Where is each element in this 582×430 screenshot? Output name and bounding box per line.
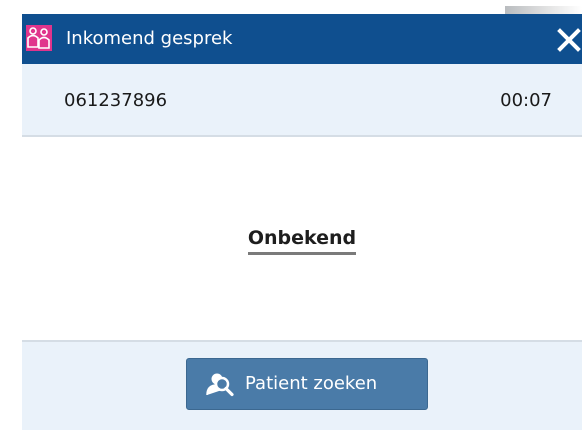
background-window-edge (505, 6, 582, 14)
call-duration: 00:07 (500, 90, 552, 111)
phone-number: 061237896 (64, 90, 168, 111)
close-icon[interactable] (556, 27, 582, 53)
incoming-call-dialog: Inkomend gesprek 061237896 00:07 Onbeken… (22, 14, 582, 430)
screen: Inkomend gesprek 061237896 00:07 Onbeken… (0, 0, 582, 430)
patient-search-label: Patient zoeken (245, 373, 378, 394)
caller-name: Onbekend (22, 226, 582, 255)
dialog-title: Inkomend gesprek (66, 28, 233, 49)
patient-search-button[interactable]: Patient zoeken (186, 358, 428, 410)
caller-name-text: Onbekend (247, 226, 357, 255)
patient-search-icon (205, 371, 235, 397)
dialog-footer: Patient zoeken (22, 340, 582, 430)
dialog-titlebar: Inkomend gesprek (22, 14, 582, 64)
call-info-row: 061237896 00:07 (22, 64, 582, 137)
app-people-icon (26, 25, 52, 51)
